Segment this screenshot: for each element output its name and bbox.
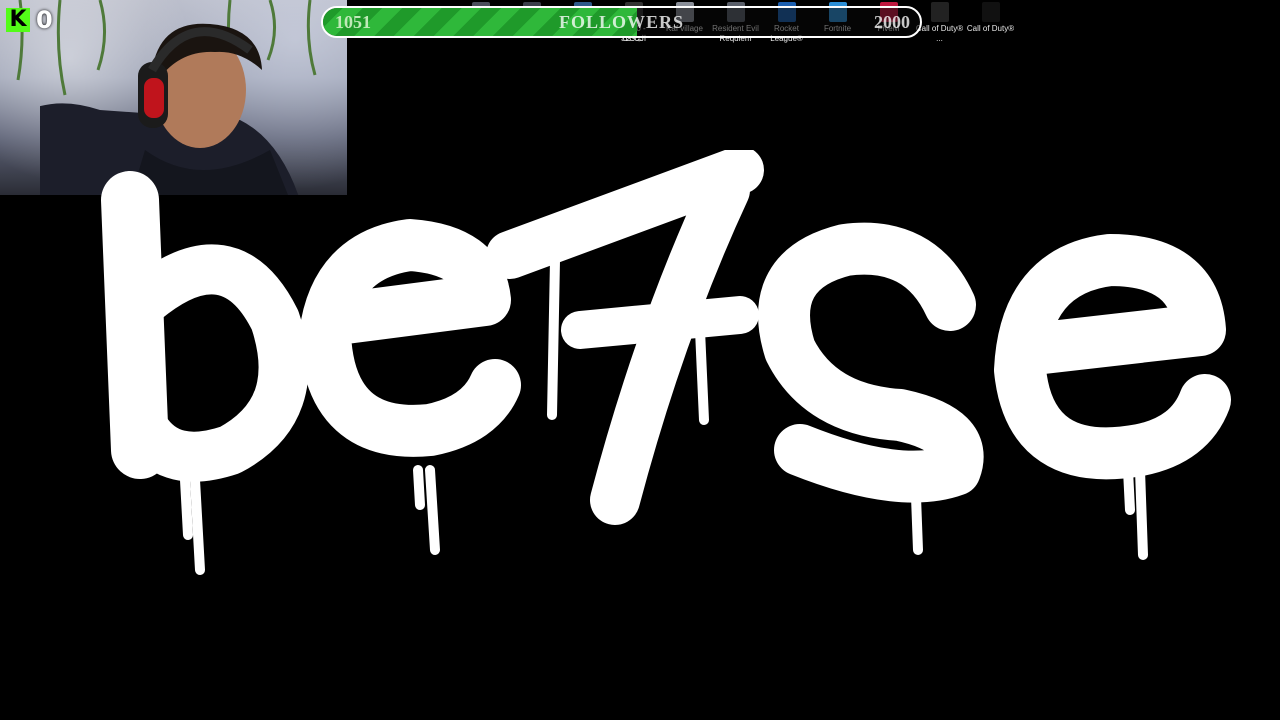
berse-graffiti-logo <box>101 150 1231 575</box>
kick-viewer-badge: K 0 <box>6 6 53 34</box>
follower-goal-target: 2000 <box>874 12 910 32</box>
cod-icon <box>981 2 1000 22</box>
desktop-icon-9[interactable]: Call of Duty® ... <box>914 2 965 52</box>
desktop-icon-label: Call of Duty® <box>966 24 1015 33</box>
kick-logo-icon: K <box>6 8 30 32</box>
follower-goal-bar: 1051 FOLLOWERS 2000 <box>321 6 922 38</box>
follower-goal-label: FOLLOWERS <box>558 12 685 32</box>
mw-icon <box>930 2 949 22</box>
desktop-icon-10[interactable]: Call of Duty® <box>965 2 1016 52</box>
viewer-count: 0 <box>36 6 53 34</box>
desktop-icon-label: Call of Duty® ... <box>915 24 964 43</box>
